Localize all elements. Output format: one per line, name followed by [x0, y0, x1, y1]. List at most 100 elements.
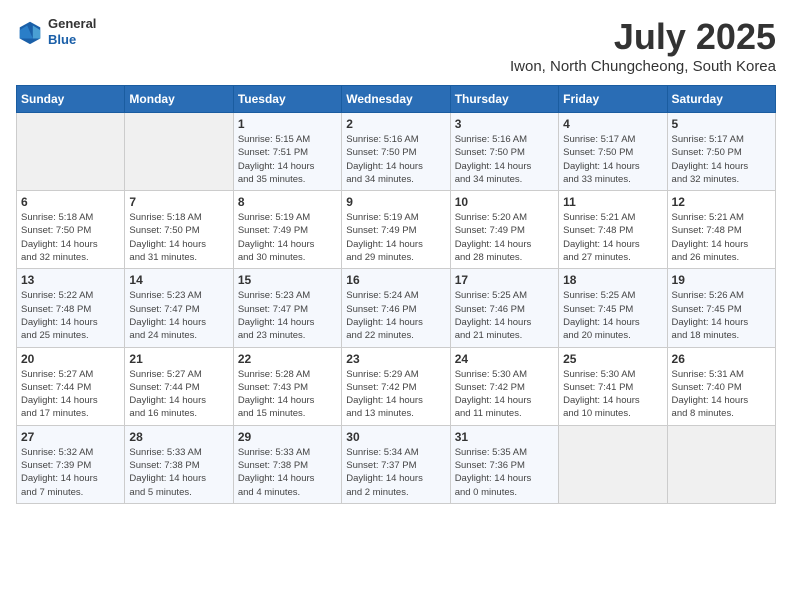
logo-blue: Blue [48, 32, 96, 48]
day-number: 14 [129, 273, 228, 287]
calendar-cell: 23 Sunrise: 5:29 AM Sunset: 7:42 PM Dayli… [342, 347, 450, 425]
day-info: Sunrise: 5:15 AM Sunset: 7:51 PM Dayligh… [238, 133, 337, 186]
calendar-cell: 1 Sunrise: 5:15 AM Sunset: 7:51 PM Daylig… [233, 113, 341, 191]
calendar-cell: 15 Sunrise: 5:23 AM Sunset: 7:47 PM Dayli… [233, 269, 341, 347]
calendar-cell: 20 Sunrise: 5:27 AM Sunset: 7:44 PM Dayli… [17, 347, 125, 425]
calendar-cell: 7 Sunrise: 5:18 AM Sunset: 7:50 PM Daylig… [125, 191, 233, 269]
logo-text: General Blue [48, 16, 96, 47]
day-number: 21 [129, 352, 228, 366]
weekday-monday: Monday [125, 86, 233, 113]
day-info: Sunrise: 5:30 AM Sunset: 7:41 PM Dayligh… [563, 368, 662, 421]
calendar-cell: 25 Sunrise: 5:30 AM Sunset: 7:41 PM Dayli… [559, 347, 667, 425]
calendar-week-3: 13 Sunrise: 5:22 AM Sunset: 7:48 PM Dayli… [17, 269, 776, 347]
day-number: 13 [21, 273, 120, 287]
calendar: SundayMondayTuesdayWednesdayThursdayFrid… [16, 85, 776, 504]
month-title: July 2025 [510, 16, 776, 58]
weekday-wednesday: Wednesday [342, 86, 450, 113]
weekday-sunday: Sunday [17, 86, 125, 113]
day-number: 12 [672, 195, 771, 209]
calendar-cell: 3 Sunrise: 5:16 AM Sunset: 7:50 PM Daylig… [450, 113, 558, 191]
calendar-cell: 17Sunrise: 5:25 AM Sunset: 7:46 PM Dayli… [450, 269, 558, 347]
logo-general: General [48, 16, 96, 32]
calendar-cell: 19Sunrise: 5:26 AM Sunset: 7:45 PM Dayli… [667, 269, 775, 347]
logo: General Blue [16, 16, 96, 47]
day-number: 31 [455, 430, 554, 444]
day-number: 20 [21, 352, 120, 366]
calendar-cell: 4Sunrise: 5:17 AM Sunset: 7:50 PM Daylig… [559, 113, 667, 191]
calendar-week-2: 6 Sunrise: 5:18 AM Sunset: 7:50 PM Daylig… [17, 191, 776, 269]
day-number: 9 [346, 195, 445, 209]
day-number: 27 [21, 430, 120, 444]
title-area: July 2025 Iwon, North Chungcheong, South… [510, 16, 776, 75]
day-info: Sunrise: 5:23 AM Sunset: 7:47 PM Dayligh… [238, 289, 337, 342]
day-info: Sunrise: 5:31 AM Sunset: 7:40 PM Dayligh… [672, 368, 771, 421]
calendar-cell: 16Sunrise: 5:24 AM Sunset: 7:46 PM Dayli… [342, 269, 450, 347]
day-number: 29 [238, 430, 337, 444]
calendar-cell: 13 Sunrise: 5:22 AM Sunset: 7:48 PM Dayli… [17, 269, 125, 347]
day-info: Sunrise: 5:20 AM Sunset: 7:49 PM Dayligh… [455, 211, 554, 264]
day-info: Sunrise: 5:23 AM Sunset: 7:47 PM Dayligh… [129, 289, 228, 342]
day-info: Sunrise: 5:29 AM Sunset: 7:42 PM Dayligh… [346, 368, 445, 421]
day-info: Sunrise: 5:19 AM Sunset: 7:49 PM Dayligh… [346, 211, 445, 264]
calendar-cell: 2Sunrise: 5:16 AM Sunset: 7:50 PM Daylig… [342, 113, 450, 191]
day-info: Sunrise: 5:25 AM Sunset: 7:45 PM Dayligh… [563, 289, 662, 342]
calendar-cell: 8Sunrise: 5:19 AM Sunset: 7:49 PM Daylig… [233, 191, 341, 269]
day-number: 18 [563, 273, 662, 287]
calendar-week-1: 1 Sunrise: 5:15 AM Sunset: 7:51 PM Daylig… [17, 113, 776, 191]
day-number: 23 [346, 352, 445, 366]
day-number: 25 [563, 352, 662, 366]
day-info: Sunrise: 5:30 AM Sunset: 7:42 PM Dayligh… [455, 368, 554, 421]
day-info: Sunrise: 5:33 AM Sunset: 7:38 PM Dayligh… [129, 446, 228, 499]
day-info: Sunrise: 5:16 AM Sunset: 7:50 PM Dayligh… [346, 133, 445, 186]
day-info: Sunrise: 5:18 AM Sunset: 7:50 PM Dayligh… [129, 211, 228, 264]
day-number: 3 [455, 117, 554, 131]
calendar-cell: 12 Sunrise: 5:21 AM Sunset: 7:48 PM Dayli… [667, 191, 775, 269]
day-number: 19 [672, 273, 771, 287]
day-number: 26 [672, 352, 771, 366]
calendar-cell: 29Sunrise: 5:33 AM Sunset: 7:38 PM Dayli… [233, 425, 341, 503]
calendar-cell [559, 425, 667, 503]
day-number: 7 [129, 195, 228, 209]
day-info: Sunrise: 5:17 AM Sunset: 7:50 PM Dayligh… [563, 133, 662, 186]
calendar-cell: 24 Sunrise: 5:30 AM Sunset: 7:42 PM Dayli… [450, 347, 558, 425]
calendar-cell: 27 Sunrise: 5:32 AM Sunset: 7:39 PM Dayli… [17, 425, 125, 503]
calendar-cell [17, 113, 125, 191]
weekday-thursday: Thursday [450, 86, 558, 113]
weekday-friday: Friday [559, 86, 667, 113]
calendar-cell: 26 Sunrise: 5:31 AM Sunset: 7:40 PM Dayli… [667, 347, 775, 425]
calendar-cell [667, 425, 775, 503]
page-header: General Blue July 2025 Iwon, North Chung… [16, 16, 776, 75]
weekday-tuesday: Tuesday [233, 86, 341, 113]
day-info: Sunrise: 5:32 AM Sunset: 7:39 PM Dayligh… [21, 446, 120, 499]
day-info: Sunrise: 5:21 AM Sunset: 7:48 PM Dayligh… [672, 211, 771, 264]
day-info: Sunrise: 5:27 AM Sunset: 7:44 PM Dayligh… [21, 368, 120, 421]
day-info: Sunrise: 5:19 AM Sunset: 7:49 PM Dayligh… [238, 211, 337, 264]
calendar-cell: 21Sunrise: 5:27 AM Sunset: 7:44 PM Dayli… [125, 347, 233, 425]
calendar-cell: 18 Sunrise: 5:25 AM Sunset: 7:45 PM Dayli… [559, 269, 667, 347]
day-number: 1 [238, 117, 337, 131]
day-number: 6 [21, 195, 120, 209]
calendar-body: 1 Sunrise: 5:15 AM Sunset: 7:51 PM Daylig… [17, 113, 776, 504]
day-number: 15 [238, 273, 337, 287]
calendar-cell [125, 113, 233, 191]
calendar-cell: 31Sunrise: 5:35 AM Sunset: 7:36 PM Dayli… [450, 425, 558, 503]
day-info: Sunrise: 5:34 AM Sunset: 7:37 PM Dayligh… [346, 446, 445, 499]
calendar-week-4: 20 Sunrise: 5:27 AM Sunset: 7:44 PM Dayli… [17, 347, 776, 425]
day-info: Sunrise: 5:17 AM Sunset: 7:50 PM Dayligh… [672, 133, 771, 186]
calendar-cell: 22Sunrise: 5:28 AM Sunset: 7:43 PM Dayli… [233, 347, 341, 425]
calendar-cell: 10Sunrise: 5:20 AM Sunset: 7:49 PM Dayli… [450, 191, 558, 269]
day-info: Sunrise: 5:16 AM Sunset: 7:50 PM Dayligh… [455, 133, 554, 186]
calendar-cell: 5 Sunrise: 5:17 AM Sunset: 7:50 PM Daylig… [667, 113, 775, 191]
location-title: Iwon, North Chungcheong, South Korea [510, 58, 776, 75]
calendar-week-5: 27 Sunrise: 5:32 AM Sunset: 7:39 PM Dayli… [17, 425, 776, 503]
calendar-cell: 28 Sunrise: 5:33 AM Sunset: 7:38 PM Dayli… [125, 425, 233, 503]
day-info: Sunrise: 5:25 AM Sunset: 7:46 PM Dayligh… [455, 289, 554, 342]
day-info: Sunrise: 5:22 AM Sunset: 7:48 PM Dayligh… [21, 289, 120, 342]
day-info: Sunrise: 5:24 AM Sunset: 7:46 PM Dayligh… [346, 289, 445, 342]
weekday-saturday: Saturday [667, 86, 775, 113]
day-number: 24 [455, 352, 554, 366]
day-number: 28 [129, 430, 228, 444]
day-info: Sunrise: 5:18 AM Sunset: 7:50 PM Dayligh… [21, 211, 120, 264]
calendar-cell: 30Sunrise: 5:34 AM Sunset: 7:37 PM Dayli… [342, 425, 450, 503]
day-number: 5 [672, 117, 771, 131]
